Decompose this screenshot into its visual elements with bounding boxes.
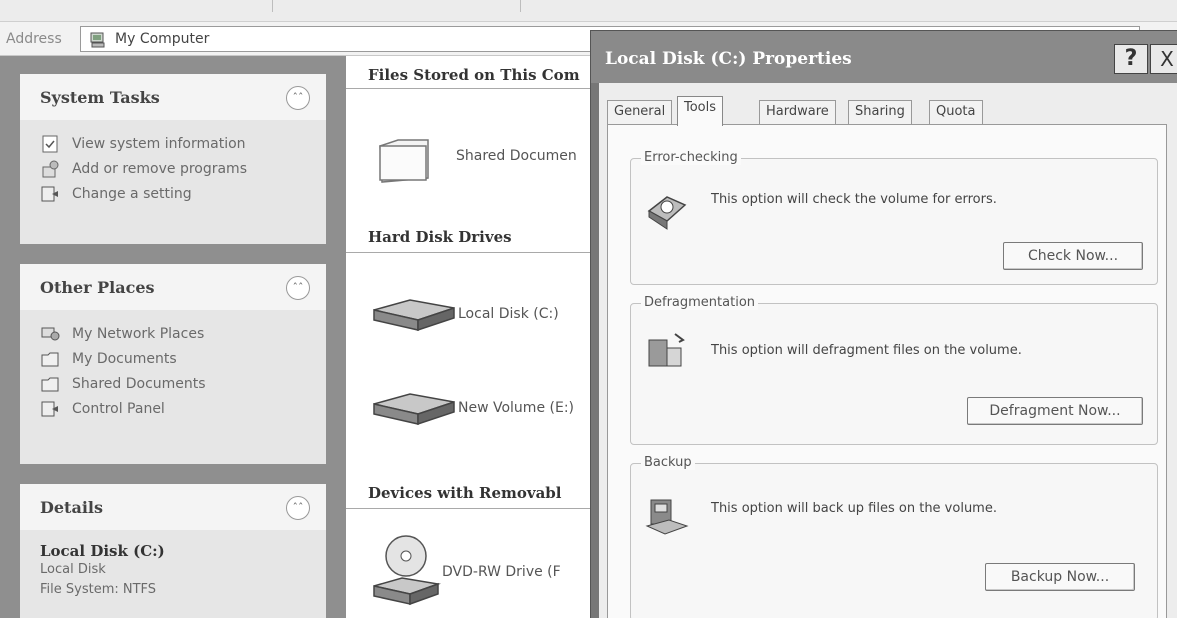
dialog-body: General Tools Hardware Sharing Quota Err… [599, 83, 1177, 618]
help-button[interactable]: ? [1114, 44, 1148, 74]
place-label: My Network Places [72, 326, 205, 342]
error-checking-group: Error-checking This option will check th… [630, 150, 1158, 285]
details-name: Local Disk (C:) [40, 542, 165, 560]
defragment-icon [648, 333, 685, 367]
task-add-remove-programs[interactable]: Add or remove programs [20, 157, 326, 182]
documents-folder-icon [41, 352, 59, 367]
tab-general[interactable]: General [607, 100, 673, 124]
hard-drive-icon [373, 393, 455, 426]
tab-quota[interactable]: Quota [929, 100, 983, 124]
panel-title: System Tasks [40, 88, 160, 107]
place-my-documents[interactable]: My Documents [20, 347, 326, 372]
group-divider [346, 88, 596, 89]
panel-title: Other Places [40, 278, 155, 297]
backup-icon [645, 499, 689, 535]
add-remove-programs-icon [42, 160, 59, 178]
hard-drive-icon [373, 299, 455, 332]
task-pane: System Tasks ˆˆ View system information … [0, 56, 346, 618]
shared-folder-icon [41, 377, 59, 392]
section-description: This option will defragment files on the… [711, 343, 1022, 358]
section-description: This option will check the volume for er… [711, 192, 997, 207]
task-change-setting[interactable]: Change a setting [20, 182, 326, 207]
item-label: New Volume (E:) [458, 400, 574, 416]
place-label: Control Panel [72, 401, 165, 417]
dvd-drive-icon [373, 535, 441, 606]
place-network[interactable]: My Network Places [20, 322, 326, 347]
my-computer-icon [90, 32, 105, 48]
group-legend: Defragmentation [641, 295, 759, 310]
group-legend: Error-checking [641, 150, 741, 165]
other-places-panel: Other Places ˆˆ My Network Places My Doc… [20, 264, 326, 464]
close-button[interactable]: X [1150, 44, 1177, 74]
details-file-system: File System: NTFS [40, 582, 157, 597]
toolbar-separator [520, 0, 521, 12]
group-header: Hard Disk Drives [368, 228, 512, 246]
collapse-chevron-icon[interactable]: ˆˆ [286, 86, 310, 110]
item-label: Local Disk (C:) [458, 306, 559, 322]
toolbar-separator [272, 0, 273, 12]
group-divider [346, 508, 596, 509]
details-type: Local Disk [40, 562, 106, 577]
tab-sharing[interactable]: Sharing [848, 100, 912, 124]
backup-group: Backup This option will back up files on… [630, 455, 1158, 618]
check-now-button[interactable]: Check Now... [1003, 242, 1143, 270]
task-label: Add or remove programs [72, 161, 247, 177]
tools-tab-page: Error-checking This option will check th… [607, 124, 1167, 618]
system-tasks-panel: System Tasks ˆˆ View system information … [20, 74, 326, 244]
defragmentation-group: Defragmentation This option will defragm… [630, 295, 1158, 445]
file-list: Files Stored on This Com Shared Documen … [346, 56, 596, 618]
section-description: This option will back up files on the vo… [711, 501, 997, 516]
details-panel: Details ˆˆ Local Disk (C:) Local Disk Fi… [20, 484, 326, 618]
dialog-titlebar[interactable]: Local Disk (C:) Properties ? X [591, 31, 1177, 83]
place-control-panel[interactable]: Control Panel [20, 397, 326, 422]
defragment-now-button[interactable]: Defragment Now... [967, 397, 1143, 425]
task-label: Change a setting [72, 186, 192, 202]
address-value: My Computer [115, 31, 210, 47]
folder-icon [379, 139, 429, 183]
group-header: Files Stored on This Com [368, 66, 580, 84]
system-info-icon [42, 135, 58, 153]
collapse-chevron-icon[interactable]: ˆˆ [286, 496, 310, 520]
group-header: Devices with Removabl [368, 484, 562, 502]
address-label: Address [6, 31, 62, 47]
item-label: Shared Documen [456, 148, 577, 164]
group-legend: Backup [641, 455, 695, 470]
properties-dialog: Local Disk (C:) Properties ? X General T… [590, 30, 1177, 618]
group-divider [346, 252, 596, 253]
tab-tools[interactable]: Tools [677, 96, 724, 126]
error-check-icon [647, 196, 687, 230]
item-label: DVD-RW Drive (F [442, 564, 561, 580]
backup-now-button[interactable]: Backup Now... [985, 563, 1135, 591]
toolbar-strip [0, 0, 1177, 22]
dialog-title: Local Disk (C:) Properties [605, 49, 852, 69]
panel-title: Details [40, 498, 103, 517]
other-places-header[interactable]: Other Places ˆˆ [20, 264, 326, 310]
control-panel-icon [41, 401, 58, 417]
collapse-chevron-icon[interactable]: ˆˆ [286, 276, 310, 300]
details-header[interactable]: Details ˆˆ [20, 484, 326, 530]
place-shared-documents[interactable]: Shared Documents [20, 372, 326, 397]
control-panel-icon [41, 186, 58, 202]
task-label: View system information [72, 136, 246, 152]
system-tasks-header[interactable]: System Tasks ˆˆ [20, 74, 326, 120]
place-label: Shared Documents [72, 376, 206, 392]
network-places-icon [41, 327, 60, 341]
place-label: My Documents [72, 351, 177, 367]
tab-hardware[interactable]: Hardware [759, 100, 836, 124]
task-view-system-info[interactable]: View system information [20, 132, 326, 157]
